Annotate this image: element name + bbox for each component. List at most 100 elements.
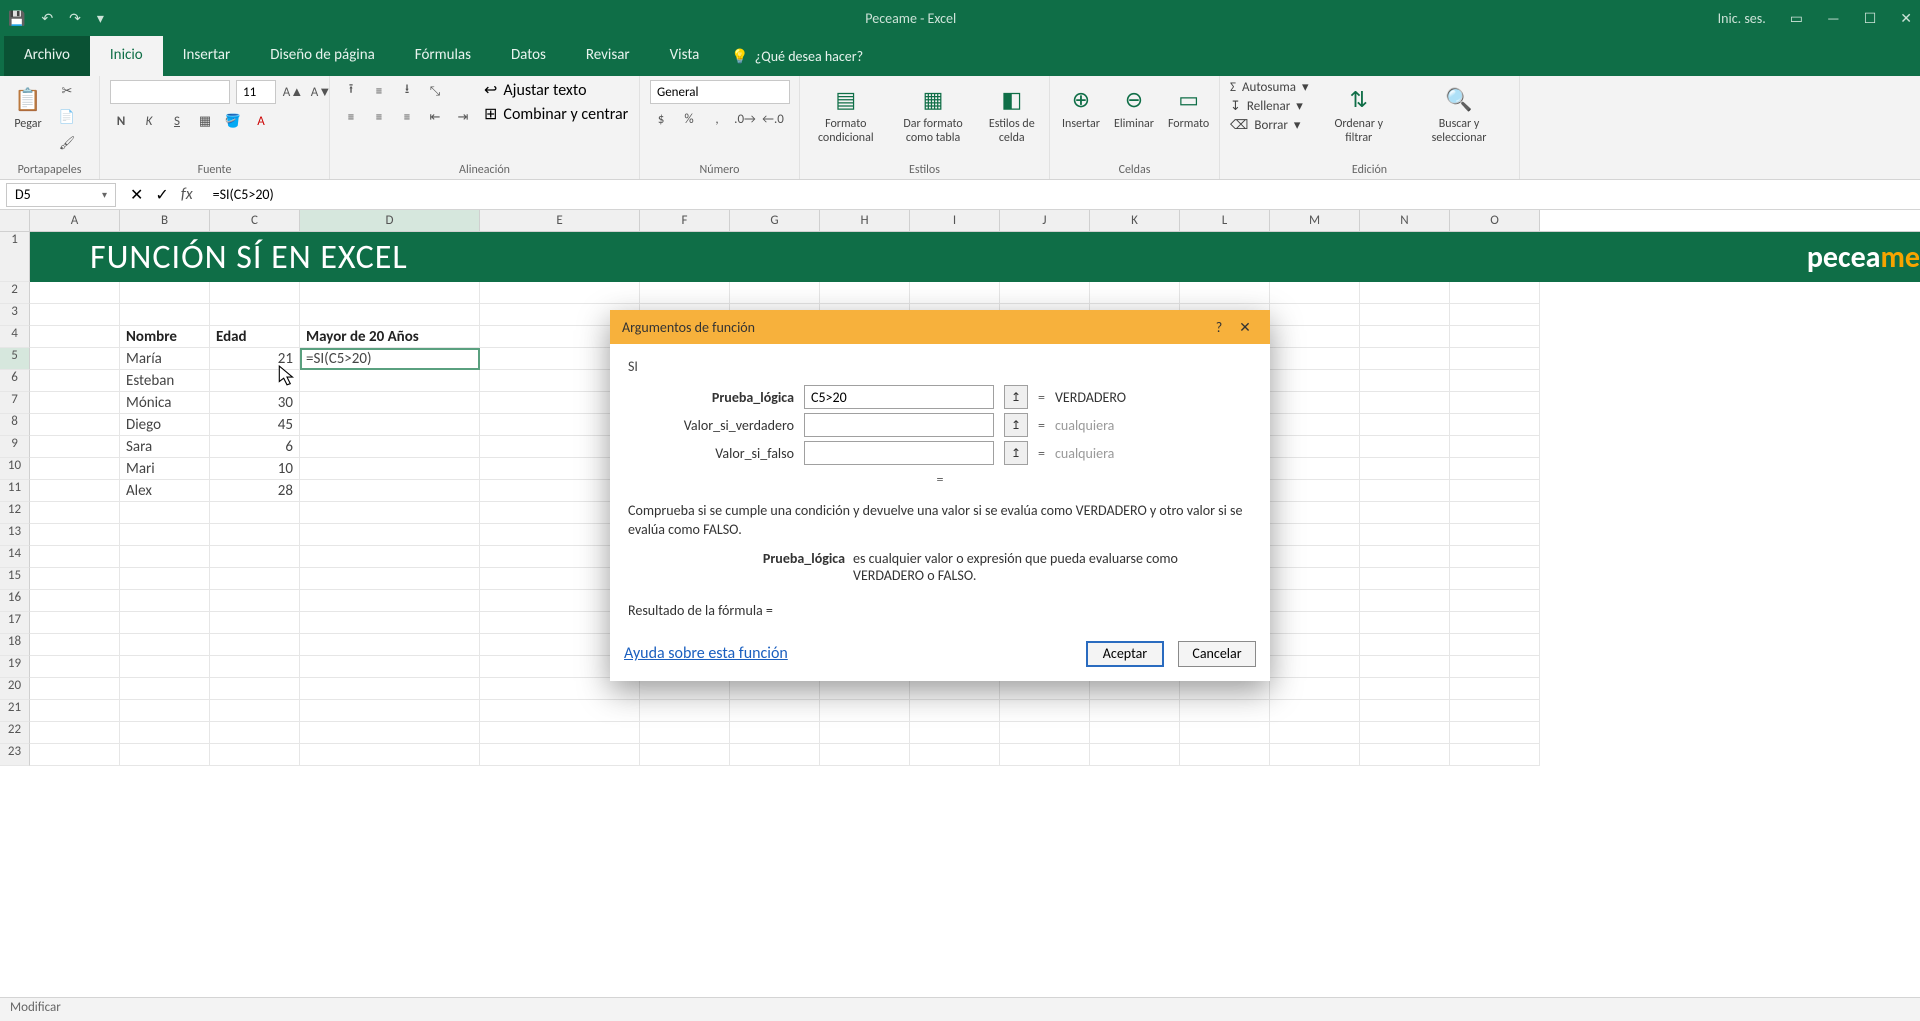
row-header[interactable]: 8 xyxy=(0,414,30,436)
sort-filter-button[interactable]: ⇅Ordenar y filtrar xyxy=(1318,80,1399,150)
col-header[interactable]: K xyxy=(1090,210,1180,231)
fill-color-icon[interactable]: 🪣 xyxy=(222,110,244,132)
header-age[interactable]: Edad xyxy=(210,326,300,348)
format-painter-icon[interactable]: 🖌 xyxy=(56,132,78,154)
cell[interactable]: Mónica xyxy=(120,392,210,414)
cell[interactable] xyxy=(210,370,300,392)
cancel-button[interactable]: Cancelar xyxy=(1178,641,1256,667)
align-middle-icon[interactable]: ≡ xyxy=(368,80,390,102)
row-header[interactable]: 13 xyxy=(0,524,30,546)
save-icon[interactable]: 💾 xyxy=(8,10,25,27)
row-header[interactable]: 16 xyxy=(0,590,30,612)
signin-link[interactable]: Inic. ses. xyxy=(1718,10,1766,27)
active-cell[interactable]: =SI(C5>20) xyxy=(300,348,480,370)
arg1-input[interactable] xyxy=(804,385,994,409)
cell[interactable]: Alex xyxy=(120,480,210,502)
align-bottom-icon[interactable]: ⭳ xyxy=(396,80,418,102)
range-picker-icon[interactable]: ↥ xyxy=(1004,441,1028,465)
dec-decimal-icon[interactable]: ←.0 xyxy=(762,108,784,130)
undo-icon[interactable]: ↶ xyxy=(41,10,53,27)
row-header[interactable]: 4 xyxy=(0,326,30,348)
name-box[interactable]: D5 ▾ xyxy=(6,183,116,207)
number-format-combo[interactable]: General xyxy=(650,80,790,104)
cell-styles-button[interactable]: ◧Estilos de celda xyxy=(985,80,1039,150)
maximize-icon[interactable]: ☐ xyxy=(1864,10,1877,27)
wrap-text-button[interactable]: ↩Ajustar texto xyxy=(484,80,628,100)
help-link[interactable]: Ayuda sobre esta función xyxy=(624,644,788,663)
currency-icon[interactable]: $ xyxy=(650,108,672,130)
col-header[interactable]: L xyxy=(1180,210,1270,231)
font-color-icon[interactable]: A xyxy=(250,110,272,132)
range-picker-icon[interactable]: ↥ xyxy=(1004,385,1028,409)
cell[interactable]: Sara xyxy=(120,436,210,458)
decrease-font-icon[interactable]: A▼ xyxy=(310,81,332,103)
find-select-button[interactable]: 🔍Buscar y seleccionar xyxy=(1409,80,1509,150)
autosum-button[interactable]: ΣAutosuma▾ xyxy=(1230,80,1308,95)
help-icon[interactable]: ? xyxy=(1206,319,1232,336)
cell[interactable]: 28 xyxy=(210,480,300,502)
delete-cells-button[interactable]: ⊖Eliminar xyxy=(1112,80,1156,136)
header-over20[interactable]: Mayor de 20 Años xyxy=(300,326,480,348)
border-icon[interactable]: ▦ xyxy=(194,110,216,132)
row-header[interactable]: 12 xyxy=(0,502,30,524)
format-cells-button[interactable]: ▭Formato xyxy=(1166,80,1211,136)
col-header[interactable]: F xyxy=(640,210,730,231)
align-right-icon[interactable]: ≡ xyxy=(396,106,418,128)
tab-insert[interactable]: Insertar xyxy=(163,36,250,76)
cell[interactable]: 21 xyxy=(210,348,300,370)
row-header[interactable]: 15 xyxy=(0,568,30,590)
ok-button[interactable]: Aceptar xyxy=(1086,641,1164,667)
indent-dec-icon[interactable]: ⇤ xyxy=(424,106,446,128)
cancel-formula-icon[interactable]: ✕ xyxy=(130,185,143,205)
row-header[interactable]: 23 xyxy=(0,744,30,766)
tab-file[interactable]: Archivo xyxy=(4,36,90,76)
row-header[interactable]: 11 xyxy=(0,480,30,502)
ribbon-display-icon[interactable]: ▭ xyxy=(1790,10,1803,27)
formula-input[interactable]: =SI(C5>20) xyxy=(207,186,1920,203)
tab-formulas[interactable]: Fórmulas xyxy=(395,36,491,76)
clear-button[interactable]: ⌫Borrar▾ xyxy=(1230,118,1308,133)
font-name-combo[interactable] xyxy=(110,80,230,104)
row-header[interactable]: 3 xyxy=(0,304,30,326)
cell[interactable]: 30 xyxy=(210,392,300,414)
row-header[interactable]: 10 xyxy=(0,458,30,480)
tab-data[interactable]: Datos xyxy=(491,36,566,76)
close-icon[interactable]: ✕ xyxy=(1232,319,1258,336)
col-header[interactable]: O xyxy=(1450,210,1540,231)
merge-center-button[interactable]: ⊞Combinar y centrar xyxy=(484,104,628,124)
col-header[interactable]: D xyxy=(300,210,480,231)
tab-view[interactable]: Vista xyxy=(650,36,720,76)
align-top-icon[interactable]: ⭱ xyxy=(340,80,362,102)
arg3-input[interactable] xyxy=(804,441,994,465)
cut-icon[interactable]: ✂ xyxy=(56,80,78,102)
redo-icon[interactable]: ↷ xyxy=(69,10,81,27)
row-header[interactable]: 2 xyxy=(0,282,30,304)
col-header[interactable]: N xyxy=(1360,210,1450,231)
col-header[interactable]: H xyxy=(820,210,910,231)
row-header[interactable]: 5 xyxy=(0,348,30,370)
fx-icon[interactable]: fx xyxy=(181,185,193,205)
row-header[interactable]: 17 xyxy=(0,612,30,634)
row-header[interactable]: 7 xyxy=(0,392,30,414)
cell[interactable]: Esteban xyxy=(120,370,210,392)
col-header[interactable]: J xyxy=(1000,210,1090,231)
cell[interactable]: 10 xyxy=(210,458,300,480)
cell[interactable]: Mari xyxy=(120,458,210,480)
row-header[interactable]: 18 xyxy=(0,634,30,656)
cond-format-button[interactable]: ▤Formato condicional xyxy=(810,80,882,150)
qat-custom-icon[interactable]: ▾ xyxy=(97,10,104,27)
fill-button[interactable]: ↧Rellenar▾ xyxy=(1230,99,1308,114)
align-center-icon[interactable]: ≡ xyxy=(368,106,390,128)
arg2-input[interactable] xyxy=(804,413,994,437)
insert-cells-button[interactable]: ⊕Insertar xyxy=(1060,80,1102,136)
row-header[interactable]: 21 xyxy=(0,700,30,722)
tab-review[interactable]: Revisar xyxy=(566,36,650,76)
align-left-icon[interactable]: ≡ xyxy=(340,106,362,128)
increase-font-icon[interactable]: A▲ xyxy=(282,81,304,103)
copy-icon[interactable]: 📄 xyxy=(56,106,78,128)
dialog-titlebar[interactable]: Argumentos de función ? ✕ xyxy=(610,310,1270,344)
italic-button[interactable]: K xyxy=(138,110,160,132)
indent-inc-icon[interactable]: ⇥ xyxy=(452,106,474,128)
format-table-button[interactable]: ▦Dar formato como tabla xyxy=(892,80,975,150)
row-header[interactable]: 20 xyxy=(0,678,30,700)
